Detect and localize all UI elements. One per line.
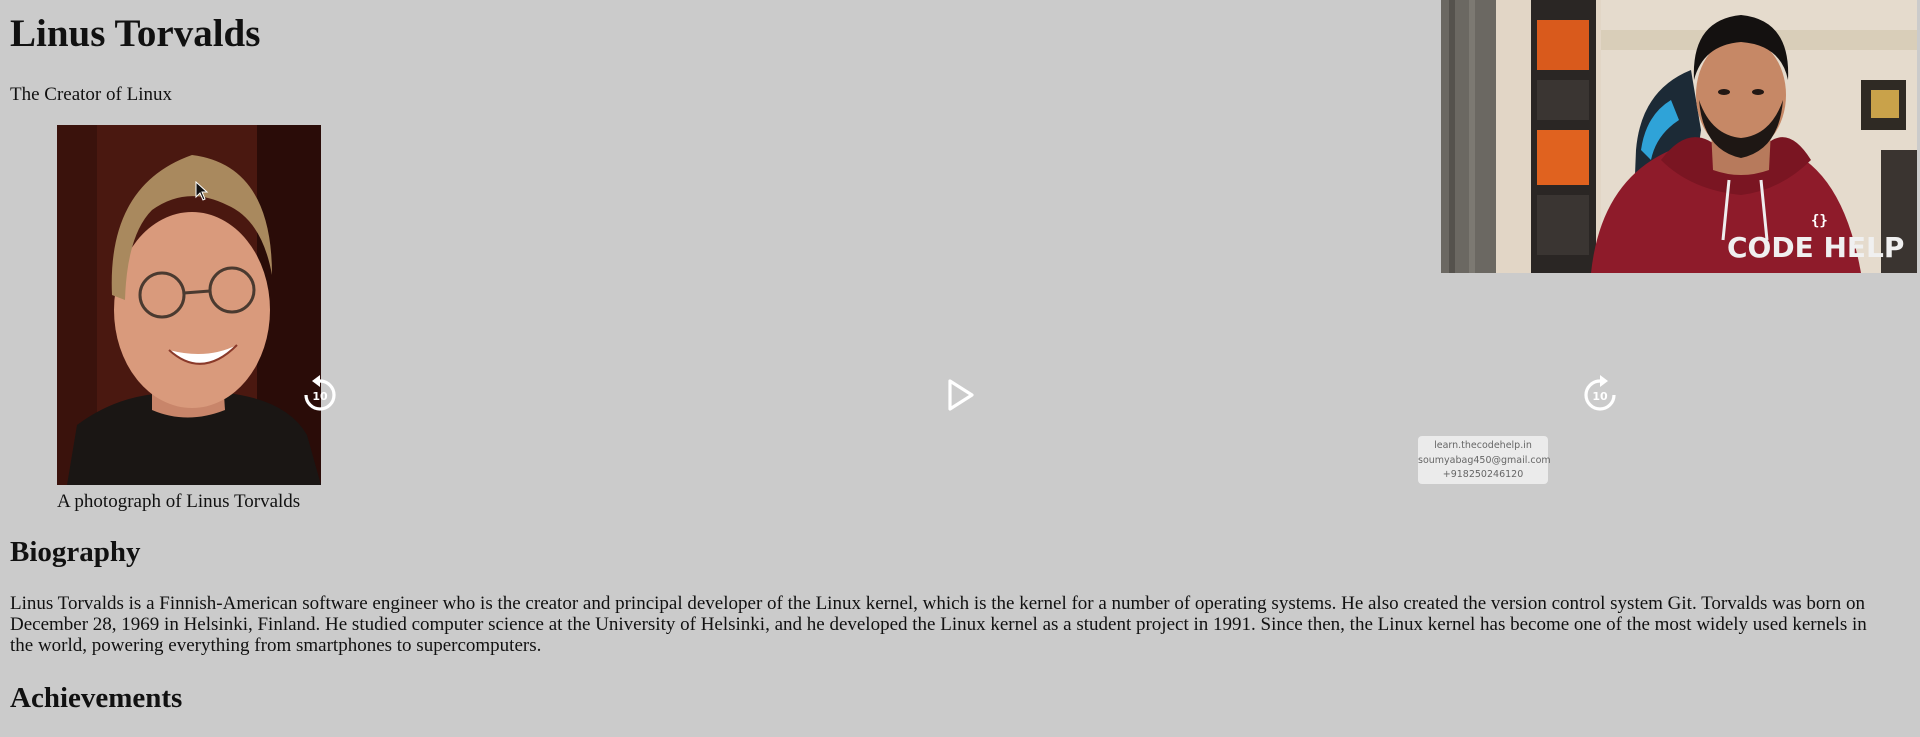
rewind-10-icon: 10 xyxy=(304,375,336,411)
forward-10-button[interactable]: 10 xyxy=(1580,375,1620,415)
biography-heading: Biography xyxy=(10,536,141,568)
watermark-phone: +918250246120 xyxy=(1442,469,1524,480)
forward-10-icon: 10 xyxy=(1584,375,1616,411)
svg-text:10: 10 xyxy=(312,390,328,403)
watermark-site: learn.thecodehelp.in xyxy=(1434,440,1532,451)
page-subtitle: The Creator of Linux xyxy=(10,84,172,105)
hoodie-text: CODE HELP xyxy=(1727,231,1904,264)
play-button[interactable] xyxy=(940,375,980,415)
achievements-heading: Achievements xyxy=(10,682,183,714)
watermark-email: soumyabag450@gmail.com xyxy=(1418,454,1551,466)
watermark-label: learn.thecodehelp.in soumyabag450@gmail.… xyxy=(1418,436,1551,484)
portrait-caption: A photograph of Linus Torvalds xyxy=(57,491,301,512)
svg-text:{}: {} xyxy=(1811,213,1828,229)
page-title: Linus Torvalds xyxy=(10,12,261,55)
biography-text: Linus Torvalds is a Finnish-American sof… xyxy=(10,593,1867,656)
portrait-photo xyxy=(57,125,321,485)
video-frame: Linus Torvalds The Creator of Linux A ph… xyxy=(0,0,1920,737)
portrait-figure: A photograph of Linus Torvalds xyxy=(57,125,322,513)
mouse-cursor-icon xyxy=(195,181,209,201)
rewind-10-button[interactable]: 10 xyxy=(300,375,340,415)
play-icon xyxy=(948,379,974,411)
svg-text:10: 10 xyxy=(1592,390,1608,403)
webcam-overlay: CODE HELP {} xyxy=(1441,0,1917,273)
